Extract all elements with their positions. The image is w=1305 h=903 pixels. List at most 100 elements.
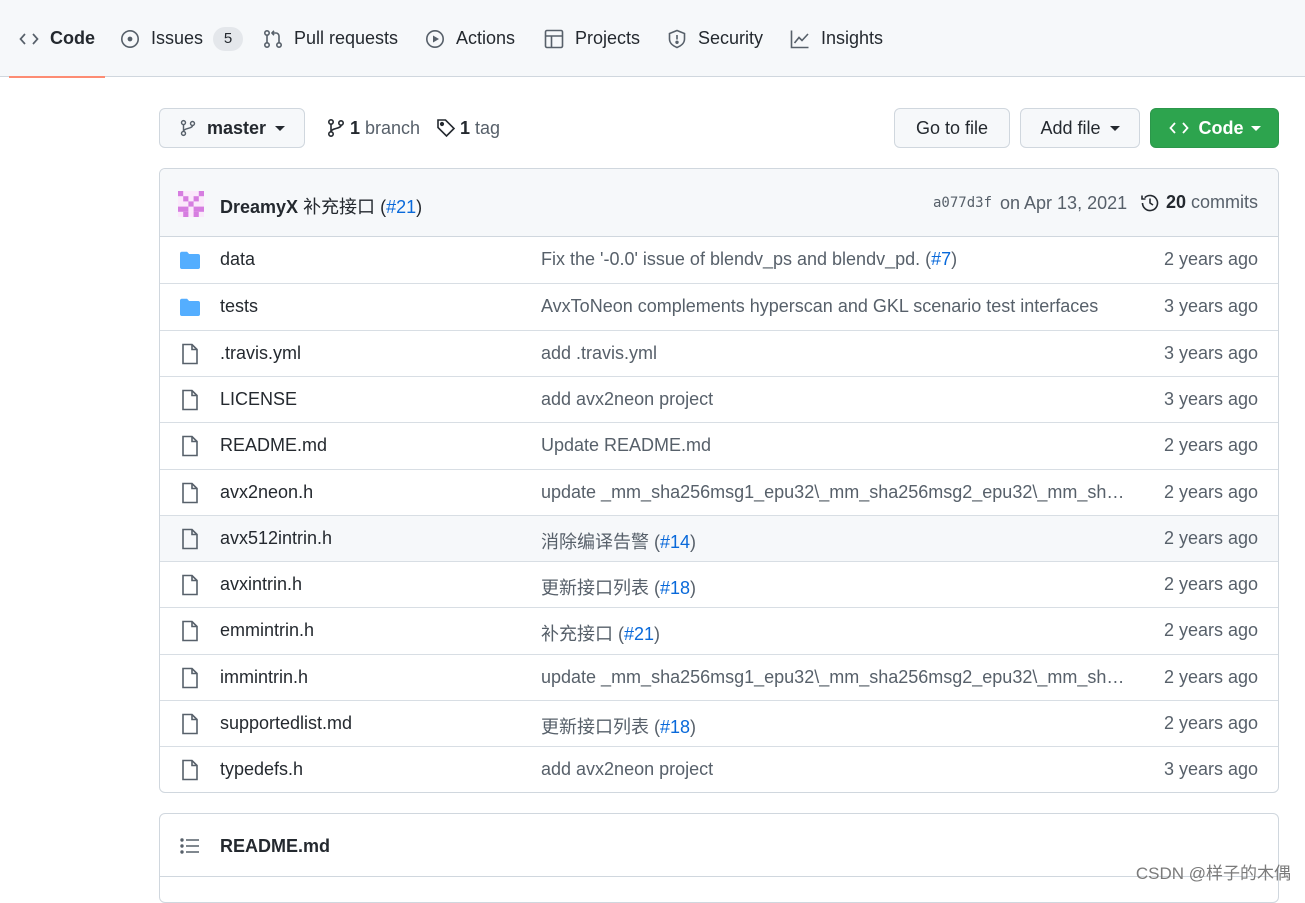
file-name-link[interactable]: immintrin.h (220, 667, 308, 688)
commit-count: 20 (1165, 192, 1186, 212)
commit-author[interactable]: DreamyX (220, 197, 298, 217)
tab-security[interactable]: Security (667, 0, 763, 77)
tab-pull-requests-label: Pull requests (294, 28, 399, 48)
file-commit-pr-link[interactable]: #18 (660, 717, 690, 737)
file-name-link[interactable]: LICENSE (220, 389, 297, 410)
file-commit-text-end: ) (951, 249, 958, 269)
file-icon (179, 482, 201, 504)
file-row[interactable]: tests AvxToNeon complements hyperscan and… (160, 283, 1278, 329)
file-commit-text: 更新接口列表 ( (541, 578, 660, 599)
file-commit-pr-link[interactable]: #21 (624, 624, 654, 644)
tab-projects[interactable]: Projects (544, 0, 640, 77)
file-commit-text: add .travis.yml (541, 342, 658, 363)
file-commit-age: 2 years ago (1163, 249, 1258, 269)
file-commit-message[interactable]: update _mm_sha256msg1_epu32\_mm_sha256ms… (541, 667, 1126, 688)
file-commit-age: 3 years ago (1163, 342, 1258, 363)
file-commit-message[interactable]: add avx2neon project (541, 389, 1126, 410)
commit-message[interactable]: 补充接口 ( (303, 197, 386, 217)
tab-security-label: Security (698, 28, 764, 48)
tab-code[interactable]: Code (9, 0, 105, 78)
file-commit-age: 3 years ago (1163, 759, 1258, 780)
file-commit-text: Fix the '-0.0' issue of blendv_ps and bl… (541, 249, 932, 269)
file-name-link[interactable]: data (220, 249, 255, 270)
file-row[interactable]: immintrin.h update _mm_sha256msg1_epu32\_… (160, 653, 1278, 700)
tag-label: tag (475, 117, 501, 138)
branch-count: 1 (350, 117, 361, 138)
file-row[interactable]: avx2neon.h update _mm_sha256msg1_epu32\_m… (160, 468, 1278, 515)
tab-issues-label: Issues (151, 28, 204, 48)
file-commit-message[interactable]: update _mm_sha256msg1_epu32\_mm_sha256ms… (541, 482, 1126, 503)
tab-actions-label: Actions (456, 28, 516, 48)
file-commit-pr-link[interactable]: #7 (931, 249, 951, 269)
file-name-link[interactable]: tests (220, 296, 258, 317)
file-row[interactable]: avxintrin.h 更新接口列表 (#18) 2 years ago (160, 561, 1278, 607)
tab-code-label: Code (50, 28, 95, 48)
csdn-watermark: CSDN @样子的木偶 (1135, 864, 1291, 883)
go-to-file-button[interactable]: Go to file (894, 108, 1010, 148)
file-name-link[interactable]: avxintrin.h (220, 574, 302, 595)
file-commit-message[interactable]: 更新接口列表 (#18) (541, 713, 1126, 739)
commit-count-label: commits (1191, 192, 1258, 212)
tab-insights[interactable]: Insights (790, 0, 883, 77)
file-row[interactable]: .travis.yml add .travis.yml 3 years ago (160, 329, 1278, 376)
code-dropdown-button[interactable]: Code (1150, 108, 1279, 148)
file-commit-message[interactable]: add avx2neon project (541, 759, 1126, 780)
list-unordered-icon[interactable] (180, 836, 200, 856)
readme-title[interactable]: README.md (220, 836, 330, 857)
file-name-link[interactable]: supportedlist.md (220, 713, 352, 734)
file-row[interactable]: README.md Update README.md 2 years ago (160, 422, 1278, 468)
file-commit-text: AvxToNeon complements hyperscan and GKL … (541, 296, 1099, 317)
file-commit-age: 2 years ago (1163, 713, 1258, 733)
file-row[interactable]: emmintrin.h 补充接口 (#21) 2 years ago (160, 607, 1278, 653)
branch-select-button[interactable]: master (159, 108, 305, 148)
file-commit-message[interactable]: Fix the '-0.0' issue of blendv_ps and bl… (541, 249, 1126, 270)
file-name-link[interactable]: avx512intrin.h (220, 528, 332, 549)
file-name-link[interactable]: .travis.yml (220, 343, 301, 364)
file-commit-message[interactable]: 补充接口 (#21) (541, 620, 1126, 646)
folder-icon (179, 249, 201, 271)
commit-message-end: ) (416, 197, 423, 217)
add-file-button[interactable]: Add file (1020, 108, 1140, 148)
file-commit-message[interactable]: add .travis.yml (541, 343, 1126, 364)
code-icon (19, 29, 39, 49)
file-name-link[interactable]: avx2neon.h (220, 482, 313, 503)
tab-pull-requests[interactable]: Pull requests (263, 0, 398, 77)
file-commit-age: 2 years ago (1163, 620, 1258, 641)
file-commit-text: update _mm_sha256msg1_epu32\_mm_sha256ms… (541, 666, 1126, 687)
tags-link[interactable]: 1 tag (436, 112, 500, 144)
tag-count: 1 (460, 117, 471, 138)
commit-summary: DreamyX 补充接口 (#21) (220, 193, 422, 219)
file-commit-message[interactable]: 消除编译告警 (#14) (541, 528, 1126, 554)
folder-icon (179, 296, 201, 318)
tab-issues[interactable]: Issues 5 (120, 0, 244, 77)
file-name-link[interactable]: emmintrin.h (220, 620, 314, 641)
file-row[interactable]: avx512intrin.h 消除编译告警 (#14) 2 years ago (160, 514, 1278, 561)
readme-box: README.md (159, 813, 1279, 903)
file-name-link[interactable]: typedefs.h (220, 759, 303, 780)
file-commit-age: 3 years ago (1163, 296, 1258, 317)
file-commit-age: 3 years ago (1163, 388, 1258, 409)
file-row[interactable]: supportedlist.md 更新接口列表 (#18) 2 years ago (160, 700, 1278, 746)
file-commit-pr-link[interactable]: #14 (660, 532, 690, 552)
file-row[interactable]: typedefs.h add avx2neon project 3 years ag… (160, 746, 1278, 792)
commit-date: on Apr 13, 2021 (1000, 193, 1128, 213)
file-commit-text-end: ) (690, 578, 697, 599)
tab-actions[interactable]: Actions (425, 0, 515, 77)
file-icon (179, 343, 201, 365)
file-commit-message[interactable]: 更新接口列表 (#18) (541, 574, 1126, 600)
shield-icon (667, 29, 687, 49)
file-row[interactable]: data Fix the '-0.0' issue of blendv_ps an… (160, 237, 1278, 283)
file-commit-pr-link[interactable]: #18 (660, 578, 690, 598)
file-commit-message[interactable]: Update README.md (541, 435, 1126, 456)
file-commit-age: 2 years ago (1163, 666, 1258, 687)
file-name-link[interactable]: README.md (220, 435, 327, 456)
file-row[interactable]: LICENSE add avx2neon project 3 years ago (160, 375, 1278, 422)
file-commit-message[interactable]: AvxToNeon complements hyperscan and GKL … (541, 296, 1126, 317)
commit-pr-link[interactable]: #21 (386, 197, 416, 217)
chevron-down-icon (1250, 125, 1261, 131)
file-commit-text-end: ) (690, 531, 697, 552)
commits-history-link[interactable]: 20 commits (1140, 192, 1258, 213)
commit-sha[interactable]: a077d3f (933, 195, 992, 211)
branches-link[interactable]: 1 branch (326, 112, 420, 144)
file-icon (179, 667, 201, 689)
